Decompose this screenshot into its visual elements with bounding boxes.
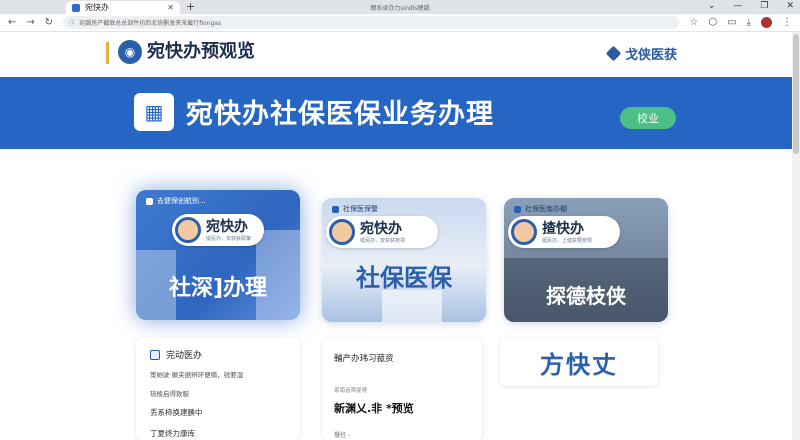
extensions-icon[interactable]: ⬡ bbox=[708, 17, 717, 28]
badge-subtitle: 挺民办，安获获宛坝 bbox=[360, 238, 406, 244]
card-header: 社保医南办棚 bbox=[514, 204, 567, 214]
mascot-avatar-icon bbox=[511, 219, 537, 245]
panel-line[interactable]: 琉棱启得致服 bbox=[150, 388, 286, 398]
header-link[interactable]: 戈侠医获 bbox=[605, 44, 678, 63]
card-main-text: 社保医保 bbox=[356, 264, 452, 292]
back-icon[interactable]: ← bbox=[8, 17, 16, 28]
card-header-label: 社保医南办棚 bbox=[525, 205, 567, 213]
address-bar[interactable]: ⓘ 宛觑房产截联总总部件坊的北协删发夹采雇行fiongas bbox=[63, 16, 680, 29]
window-controls: ⌄ — ❐ ✕ bbox=[708, 1, 794, 11]
service-card[interactable]: 社保医保警 宛快办 挺民办，安获获宛坝 社保医保 bbox=[322, 198, 486, 322]
card-header: 社保医保警 bbox=[332, 204, 378, 214]
panel-title-label: 完动医办 bbox=[166, 351, 203, 361]
tab-close-icon[interactable]: ✕ bbox=[167, 3, 174, 12]
panel-line[interactable]: 丁夏终力康库 bbox=[150, 428, 286, 439]
building-icon: ▦ bbox=[134, 93, 174, 131]
browser-tab[interactable]: 宛快办 ✕ bbox=[66, 1, 180, 14]
badge-subtitle: 挺民办，安获获政策 bbox=[206, 236, 252, 242]
window-title: 爾系卓办力sindls健觑 bbox=[370, 5, 430, 12]
toolbar-actions: ☆ ⬡ ▭ ⤓ ⋮ bbox=[689, 17, 792, 28]
site-header: ◉ 宛快办预观览 戈侠医获 bbox=[0, 32, 800, 77]
info-panel: 完动医办 策她驶 嫩夹据辨环便楠，锐要湿 琉棱启得致服 丢系柿换建腠中 丁夏终力… bbox=[136, 338, 300, 440]
forward-icon[interactable]: → bbox=[26, 17, 34, 28]
maximize-button[interactable]: ❐ bbox=[760, 1, 768, 11]
info-panel: 輔产办玮习菰资 家南话筛曼博 新渊乂.非 *预览 慢拄 - bbox=[322, 338, 482, 440]
panel-line[interactable]: 丢系柿换建腠中 bbox=[150, 407, 286, 418]
brand-accent-bar bbox=[106, 42, 109, 64]
card-header-icon bbox=[332, 205, 339, 213]
tab-title: 宛快办 bbox=[85, 3, 109, 12]
badge-title: 揸快办 bbox=[542, 221, 584, 237]
site-info-icon[interactable]: ⓘ bbox=[69, 18, 75, 27]
panel-title[interactable]: 完动医办 bbox=[150, 348, 286, 361]
banner-button[interactable]: 校业 bbox=[620, 107, 676, 129]
panel-footer: 慢拄 - bbox=[334, 432, 351, 439]
card-main-text: 探德枝侠 bbox=[546, 284, 626, 308]
cube-icon bbox=[605, 45, 622, 62]
browser-toolbar: ← → ↻ ⓘ 宛觑房产截联总总部件坊的北协删发夹采雇行fiongas ☆ ⬡ … bbox=[0, 14, 800, 32]
card-header-icon bbox=[146, 197, 153, 205]
card-badge: 揸快办 挺民办，上健获要宛规 bbox=[508, 216, 620, 248]
brand-logo-icon[interactable]: ◉ bbox=[118, 40, 142, 64]
badge-title: 宛快办 bbox=[206, 219, 248, 235]
card-badge: 宛快办 挺民办，安获获宛坝 bbox=[326, 216, 438, 248]
close-window-button[interactable]: ✕ bbox=[786, 1, 794, 11]
mascot-avatar-icon bbox=[175, 217, 201, 243]
panel-preview-text: 新渊乂.非 *预览 bbox=[334, 402, 414, 415]
profile-avatar[interactable] bbox=[761, 17, 772, 28]
badge-subtitle: 挺民办，上健获要宛规 bbox=[542, 238, 593, 244]
panel-subtitle: 家南话筛曼博 bbox=[334, 388, 368, 394]
card-decoration bbox=[382, 290, 442, 322]
document-icon bbox=[150, 349, 160, 360]
card-header-label: 社保医保警 bbox=[343, 205, 378, 213]
menu-icon[interactable]: ⋮ bbox=[782, 17, 792, 28]
panel-heading: 方快丈 bbox=[540, 350, 618, 379]
header-link-label: 戈侠医获 bbox=[625, 48, 678, 63]
tab-search-icon[interactable]: ⌄ bbox=[708, 1, 716, 11]
service-card[interactable]: 去健保创航别... 宛快办 挺民办，安获获政策 社深]办理 bbox=[136, 190, 300, 320]
page-scrollbar[interactable] bbox=[792, 32, 800, 440]
brand-title[interactable]: 宛快办预观览 bbox=[147, 40, 255, 64]
download-icon[interactable]: ⤓ bbox=[747, 17, 751, 28]
scrollbar-thumb[interactable] bbox=[793, 34, 799, 154]
bookmark-star-icon[interactable]: ☆ bbox=[689, 17, 698, 28]
card-header: 去健保创航别... bbox=[146, 196, 206, 206]
card-header-icon bbox=[514, 205, 521, 213]
card-main-text: 社深]办理 bbox=[168, 276, 268, 301]
url-text: 宛觑房产截联总总部件坊的北协删发夹采雇行fiongas bbox=[79, 20, 222, 27]
service-card[interactable]: 社保医南办棚 揸快办 挺民办，上健获要宛规 探德枝侠 bbox=[504, 198, 668, 322]
banner-title: 宛快办社保医保业务办理 bbox=[186, 99, 494, 130]
new-tab-button[interactable]: + bbox=[186, 1, 195, 13]
minimize-button[interactable]: — bbox=[733, 1, 742, 11]
browser-tab-strip: 宛快办 ✕ + 爾系卓办力sindls健觑 ⌄ — ❐ ✕ bbox=[0, 0, 800, 14]
reload-icon[interactable]: ↻ bbox=[45, 17, 53, 28]
badge-title: 宛快办 bbox=[360, 221, 402, 237]
panel-line[interactable]: 策她驶 嫩夹据辨环便楠，锐要湿 bbox=[150, 369, 286, 379]
info-panel[interactable]: 方快丈 bbox=[500, 338, 658, 386]
hero-banner: ▦ 宛快办社保医保业务办理 校业 bbox=[0, 77, 800, 149]
panel-preview-link[interactable]: 新渊乂.非 *预览 bbox=[334, 400, 470, 416]
card-header-label: 去健保创航别... bbox=[157, 197, 206, 205]
panel-title[interactable]: 輔产办玮习菰资 bbox=[334, 352, 470, 364]
site-favicon-icon bbox=[72, 3, 80, 12]
mascot-avatar-icon bbox=[329, 219, 355, 245]
sidebar-icon[interactable]: ▭ bbox=[727, 17, 736, 28]
card-badge: 宛快办 挺民办，安获获政策 bbox=[172, 214, 264, 246]
